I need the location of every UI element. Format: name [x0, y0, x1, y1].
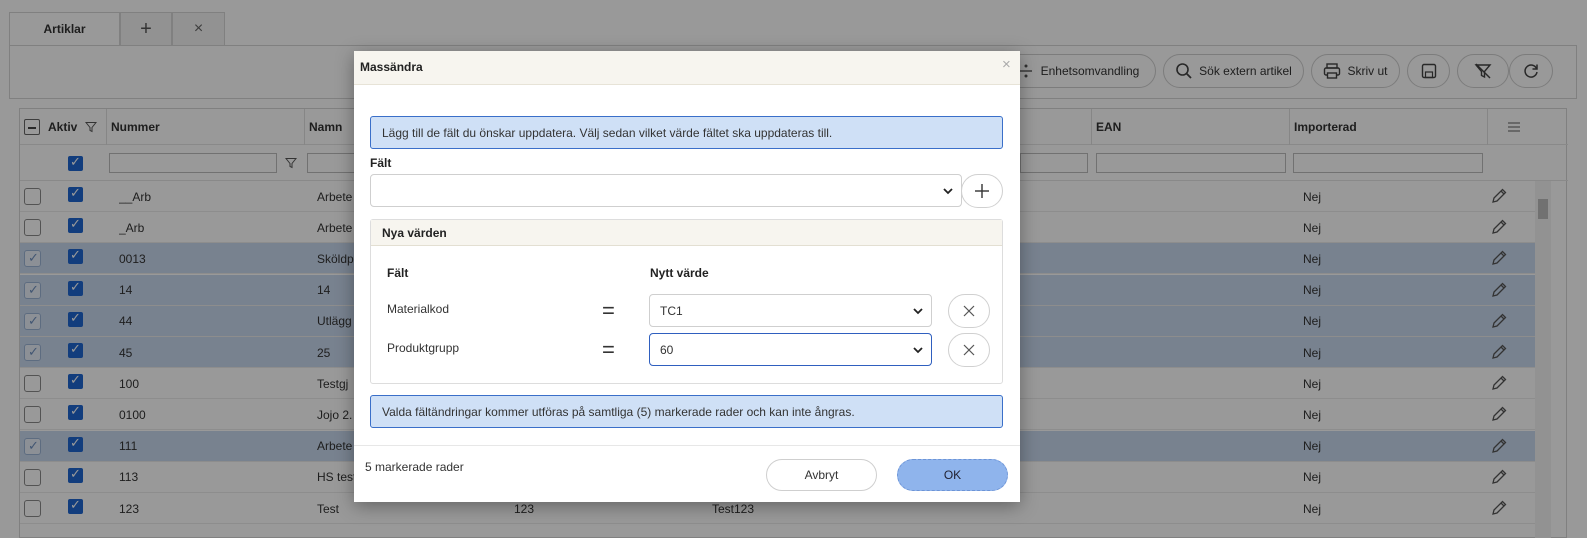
ok-button[interactable]: OK [897, 459, 1008, 491]
plus-icon [975, 184, 989, 198]
chevron-down-icon [913, 307, 923, 314]
change-value-select[interactable]: 60 [649, 333, 932, 366]
change-field-name: Materialkod [387, 302, 450, 316]
cancel-button[interactable]: Avbryt [766, 459, 877, 491]
info-bottom: Valda fältändringar kommer utföras på sa… [370, 395, 1003, 428]
new-values-title: Nya värden [382, 226, 447, 240]
info-top: Lägg till de fält du önskar uppdatera. V… [370, 116, 1003, 149]
dialog-close-button[interactable]: × [1002, 56, 1011, 73]
change-value-select[interactable]: TC1 [649, 294, 932, 327]
chevron-down-icon [943, 187, 953, 194]
dialog-footer: 5 markerade rader Avbryt OK [354, 445, 1020, 502]
change-value: 60 [660, 342, 674, 357]
close-icon [963, 305, 975, 317]
close-icon [963, 344, 975, 356]
dialog-header: Massändra × [354, 51, 1020, 85]
new-values-header: Nya värden [371, 220, 1002, 246]
field-label: Fält [370, 156, 392, 170]
dialog-title: Massändra [360, 60, 423, 74]
col-field-label: Fält [387, 266, 409, 280]
add-field-button[interactable] [961, 174, 1003, 208]
chevron-down-icon [913, 346, 923, 353]
change-field-name: Produktgrupp [387, 341, 460, 355]
mass-edit-dialog: Massändra × Lägg till de fält du önskar … [354, 51, 1020, 502]
selected-rows-count: 5 markerade rader [365, 460, 464, 474]
change-value: TC1 [660, 303, 683, 318]
col-new-value-label: Nytt värde [650, 266, 709, 280]
equals-sign: = [602, 298, 615, 323]
remove-change-button[interactable] [948, 294, 990, 328]
field-select[interactable] [370, 174, 962, 207]
remove-change-button[interactable] [948, 333, 990, 367]
new-values-panel: Nya värden Fält Nytt värde Materialkod =… [370, 219, 1003, 384]
equals-sign: = [602, 337, 615, 362]
